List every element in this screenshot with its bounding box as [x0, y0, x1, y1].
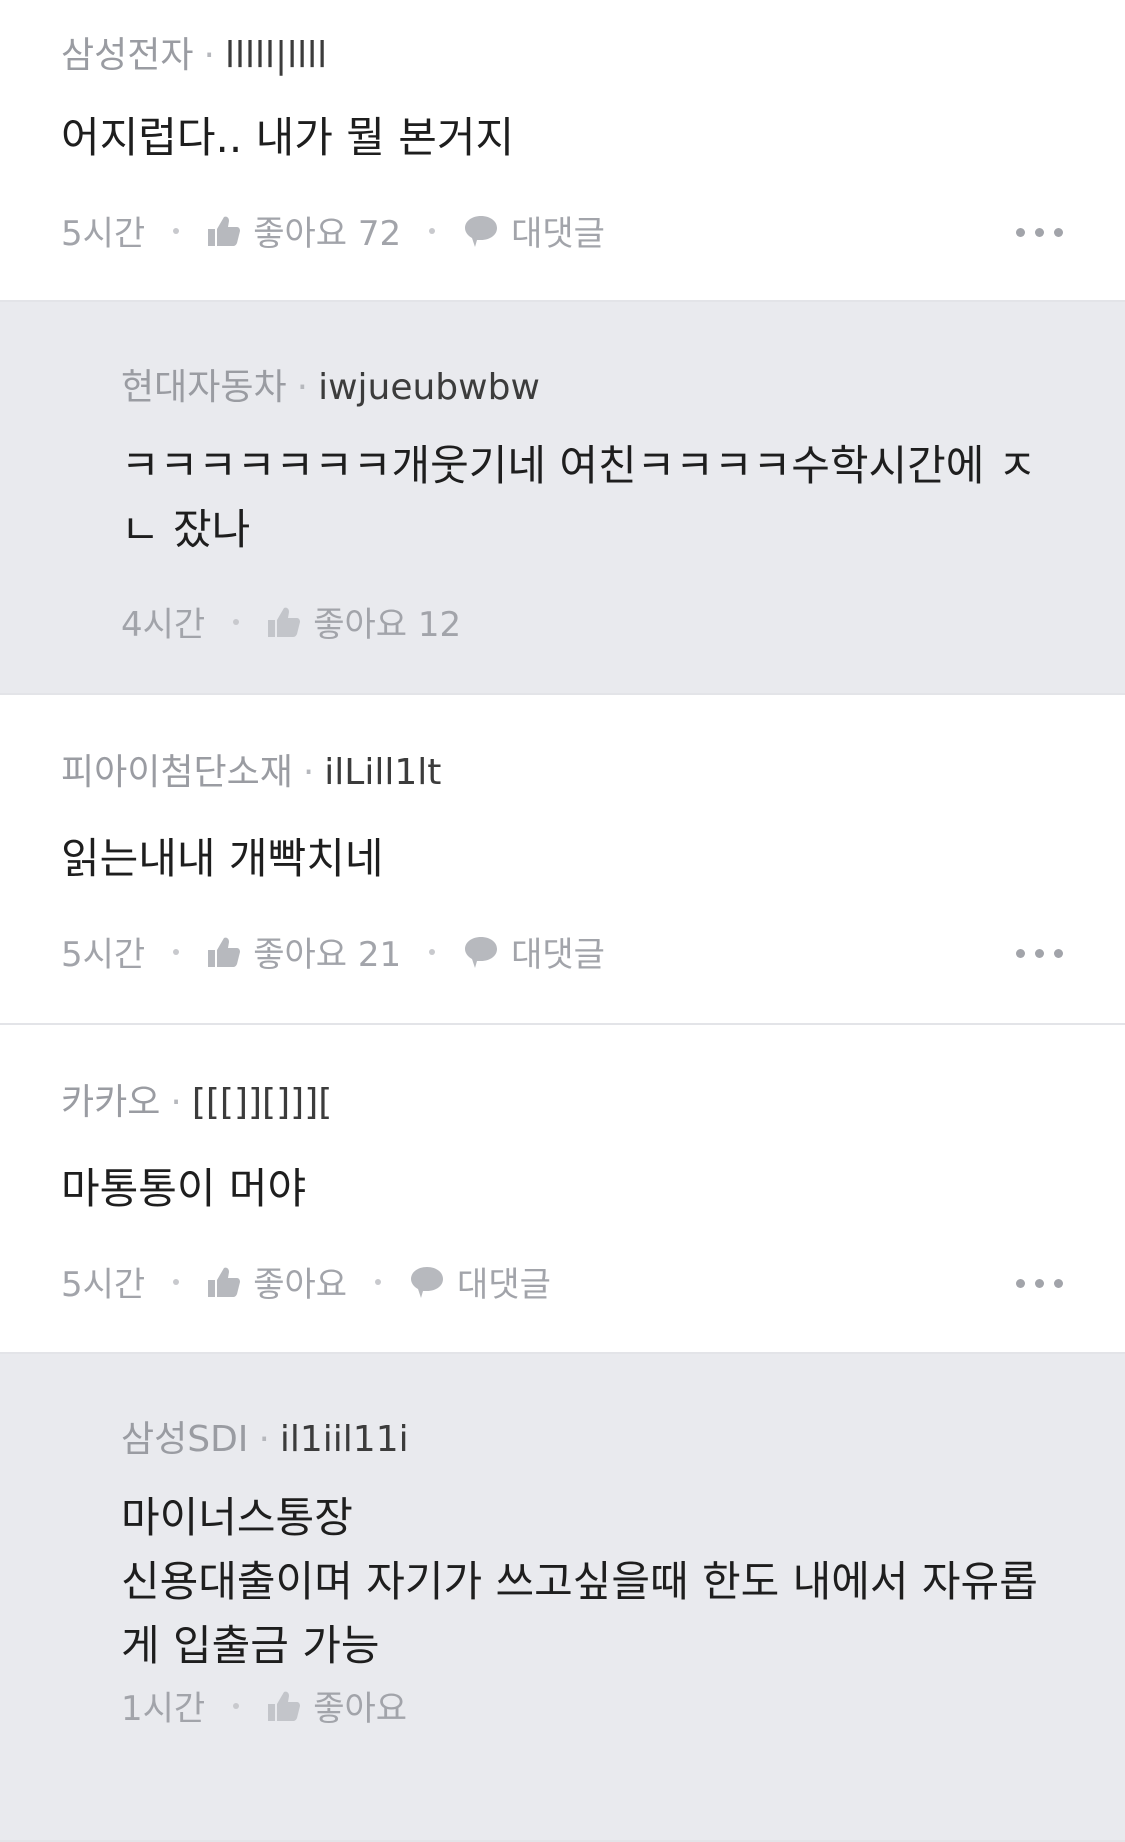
- like-label: 좋아요 12: [313, 604, 462, 645]
- dot-separator: [429, 948, 436, 955]
- dot-separator: [173, 1278, 180, 1285]
- thumbs-up-icon: [208, 216, 241, 246]
- comment-time: 4시간: [121, 604, 206, 645]
- like-label: 좋아요 21: [253, 934, 402, 975]
- reply-button[interactable]: 대댓글: [463, 930, 605, 980]
- reply-label: 대댓글: [511, 213, 605, 254]
- meta-separator: ·: [203, 35, 215, 76]
- comment-meta: 현대자동차 · iwjueubwbw: [121, 366, 540, 410]
- comment-time: 1시간: [121, 1688, 206, 1729]
- dot-separator: [429, 227, 436, 234]
- meta-separator: ·: [302, 752, 315, 793]
- speech-bubble-icon: [465, 937, 498, 968]
- thumbs-up-icon: [208, 1267, 241, 1297]
- dot-separator: [233, 1702, 240, 1709]
- comment-text: 마통통이 머야: [61, 1164, 307, 1213]
- meta-separator: ·: [170, 1082, 182, 1123]
- more-options-button[interactable]: [1016, 1258, 1064, 1308]
- company-name: 삼성전자: [61, 35, 194, 76]
- dot-separator: [233, 618, 240, 625]
- comment-actions: 5시간 좋아요 21 대댓글: [61, 928, 1064, 978]
- company-name: 현대자동차: [121, 367, 287, 408]
- like-label: 좋아요: [313, 1688, 408, 1729]
- like-button[interactable]: 좋아요: [207, 1260, 347, 1310]
- comment-actions: 4시간 좋아요 12: [121, 598, 1064, 648]
- comment-item: 카카오 ·[[[]][]]][ 마통통이 머야 5시간 좋아요 대댓글: [0, 1025, 1125, 1354]
- thumbs-up-icon: [208, 937, 241, 967]
- like-button[interactable]: 좋아요 12: [267, 600, 461, 650]
- comment-actions: 1시간 좋아요: [121, 1682, 1064, 1732]
- comment-text: 어지럽다.. 내가 뭘 본거지: [61, 113, 515, 162]
- thumbs-up-icon: [268, 1691, 301, 1721]
- like-button[interactable]: 좋아요 21: [207, 930, 401, 980]
- reply-item: 삼성SDI · il1iil11i 마이너스통장 신용대출이며 자기가 쓰고싶을때 …: [0, 1354, 1125, 1842]
- username[interactable]: il1iil11i: [280, 1419, 409, 1460]
- comment-actions: 5시간 좋아요 대댓글: [61, 1258, 1064, 1308]
- like-button[interactable]: 좋아요: [267, 1684, 407, 1734]
- comment-feed: 삼성전자 · lllll|llll 어지럽다.. 내가 뭘 본거지 5시간 좋아요 7…: [0, 0, 1125, 1842]
- more-options-button[interactable]: [1016, 928, 1064, 978]
- comment-meta: 카카오 ·[[[]][]]][: [61, 1081, 332, 1125]
- more-options-button[interactable]: [1016, 207, 1064, 257]
- meta-separator: ·: [296, 367, 309, 408]
- dot-separator: [173, 948, 180, 955]
- comment-meta: 삼성SDI · il1iil11i: [121, 1418, 409, 1462]
- comment-text: 읽는내내 개빡치네: [61, 834, 384, 883]
- speech-bubble-icon: [411, 1267, 444, 1298]
- comment-item: 삼성전자 · lllll|llll 어지럽다.. 내가 뭘 본거지 5시간 좋아요 7…: [0, 0, 1125, 302]
- like-label: 좋아요 72: [253, 213, 402, 254]
- comment-time: 5시간: [61, 934, 146, 975]
- username[interactable]: ilLill1lt: [324, 752, 441, 793]
- comment-meta: 삼성전자 · lllll|llll: [61, 34, 327, 78]
- username[interactable]: lllll|llll: [225, 35, 327, 76]
- speech-bubble-icon: [465, 216, 498, 247]
- comment-item: 피아이첨단소재 · ilLill1lt 읽는내내 개빡치네 5시간 좋아요 21 대댓글: [0, 695, 1125, 1025]
- comment-time: 5시간: [61, 213, 146, 254]
- like-label: 좋아요: [253, 1264, 348, 1305]
- company-name: 피아이첨단소재: [61, 752, 293, 793]
- reply-label: 대댓글: [457, 1264, 551, 1305]
- username[interactable]: iwjueubwbw: [318, 367, 540, 408]
- comment-text: ㅋㅋㅋㅋㅋㅋㅋ개웃기네 여친ㅋㅋㅋㅋ수학시간에 ㅈㄴ 잤나: [121, 441, 1037, 554]
- reply-item: 현대자동차 · iwjueubwbw ㅋㅋㅋㅋㅋㅋㅋ개웃기네 여친ㅋㅋㅋㅋ수학시간에…: [0, 302, 1125, 695]
- reply-label: 대댓글: [511, 934, 605, 975]
- reply-button[interactable]: 대댓글: [409, 1260, 551, 1310]
- like-button[interactable]: 좋아요 72: [207, 209, 401, 259]
- thumbs-up-icon: [268, 607, 301, 637]
- meta-separator: ·: [258, 1419, 270, 1460]
- dot-separator: [173, 227, 180, 234]
- comment-time: 5시간: [61, 1264, 146, 1305]
- username[interactable]: [[[]][]]][: [192, 1082, 332, 1123]
- dot-separator: [375, 1278, 382, 1285]
- company-name: 삼성SDI: [121, 1419, 249, 1460]
- comment-actions: 5시간 좋아요 72 대댓글: [61, 207, 1064, 257]
- reply-button[interactable]: 대댓글: [463, 209, 605, 259]
- company-name: 카카오: [61, 1082, 161, 1123]
- comment-text: 마이너스통장 신용대출이며 자기가 쓰고싶을때 한도 내에서 자유롭게 입출금 …: [121, 1493, 1038, 1670]
- comment-meta: 피아이첨단소재 · ilLill1lt: [61, 751, 441, 795]
